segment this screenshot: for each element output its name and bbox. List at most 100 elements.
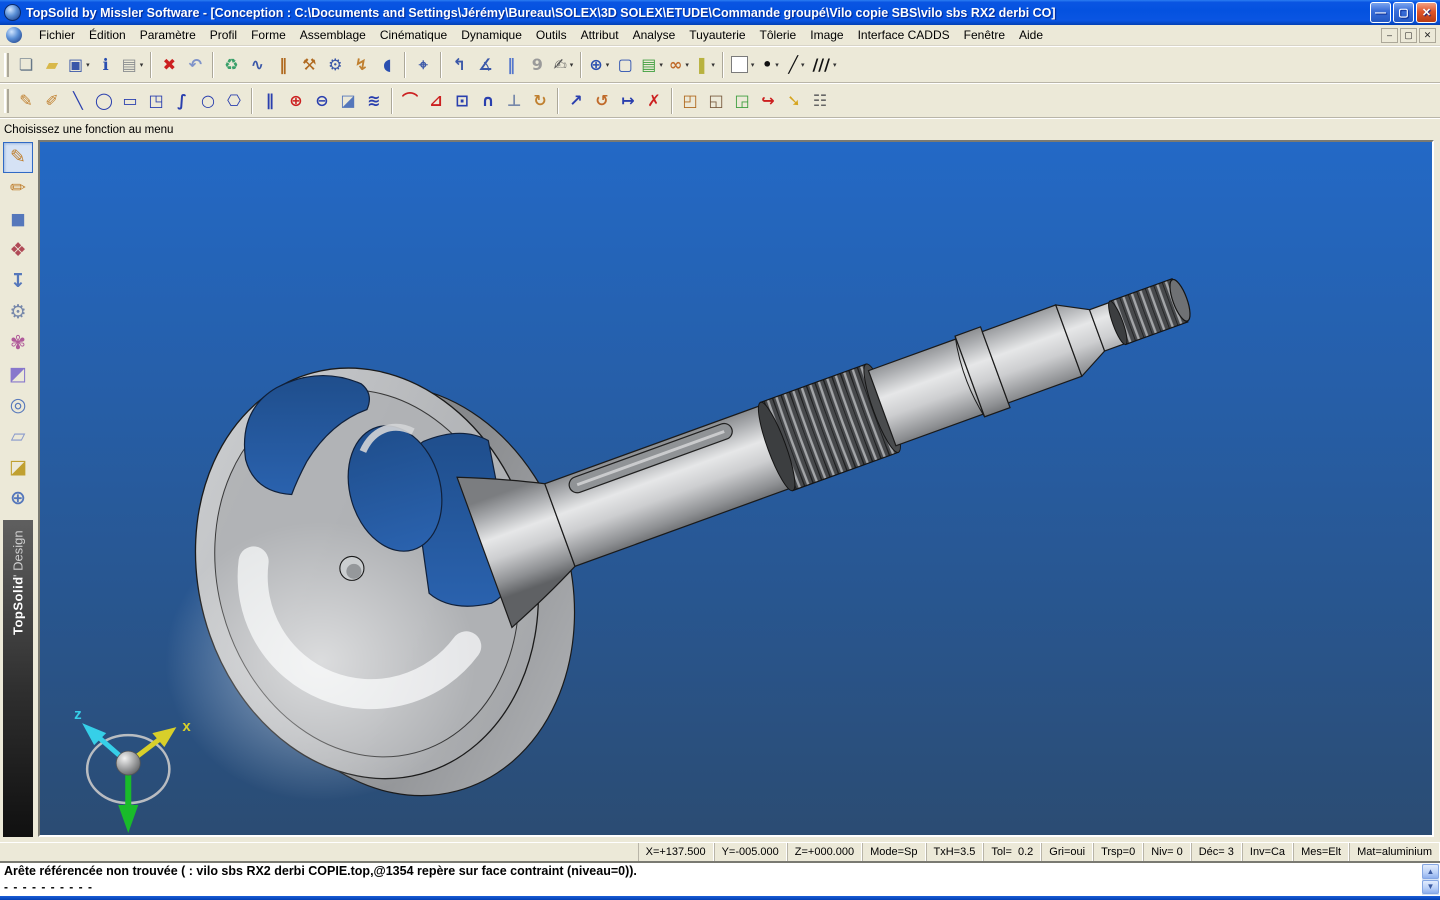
current-color[interactable]: ▾ (728, 51, 758, 79)
line[interactable]: ╲ (65, 87, 91, 115)
magnet-tool[interactable]: 9 (524, 51, 550, 79)
undo[interactable]: ↶ (182, 51, 208, 79)
chamfer[interactable]: ⊿ (423, 87, 449, 115)
update-tool[interactable]: ⚙ (322, 51, 348, 79)
delete-operation[interactable]: ✗ (641, 87, 667, 115)
axes-arrows[interactable]: ↰ (446, 51, 472, 79)
contour-frame[interactable]: ◳ (143, 87, 169, 115)
sketch[interactable]: ✎ (13, 87, 39, 115)
menu-cin-matique[interactable]: Cinématique (373, 26, 454, 44)
trim[interactable]: ⊡ (449, 87, 475, 115)
boss-operation[interactable]: ◲ (729, 87, 755, 115)
rectangle[interactable]: ▭ (117, 87, 143, 115)
repetition[interactable]: ➘ (781, 87, 807, 115)
mdi-close-button[interactable]: ✕ (1419, 28, 1436, 43)
pad-operation[interactable]: ◰ (677, 87, 703, 115)
mode-sketch[interactable]: ✎ (3, 142, 33, 173)
delete[interactable]: ✖ (156, 51, 182, 79)
shaded-view[interactable]: ❚▾ (692, 51, 718, 79)
message-scrollbar[interactable]: ▲ ▼ (1422, 864, 1439, 895)
menu-t-lerie[interactable]: Tôlerie (753, 26, 804, 44)
attribute-sliders[interactable]: ‖ (270, 51, 296, 79)
repetition-list[interactable]: ☷ (807, 87, 833, 115)
fillet[interactable]: ⌒ (397, 87, 423, 115)
menu-interface-cadds[interactable]: Interface CADDS (851, 26, 957, 44)
solid-primitive[interactable]: ◪ (335, 87, 361, 115)
document-info[interactable]: ℹ (93, 51, 119, 79)
menu-dynamique[interactable]: Dynamique (454, 26, 529, 44)
mode-tube[interactable]: ◎ (3, 390, 33, 421)
spline[interactable]: ∫ (169, 87, 195, 115)
view-mode-glasses[interactable]: ∞▾ (666, 51, 692, 79)
point-style-dropdown[interactable]: ▾ (775, 61, 779, 69)
constraint[interactable]: ⊥ (501, 87, 527, 115)
view-mode-glasses-dropdown[interactable]: ▾ (685, 61, 689, 69)
measure-angle[interactable]: ↺ (589, 87, 615, 115)
sketch-3d[interactable]: ✐ (39, 87, 65, 115)
menu-fen-tre[interactable]: Fenêtre (957, 26, 1012, 44)
mode-rendering[interactable]: ✾ (3, 328, 33, 359)
point-style[interactable]: •▾ (757, 51, 783, 79)
dimension[interactable]: ↦ (615, 87, 641, 115)
shaded-view-dropdown[interactable]: ▾ (711, 61, 715, 69)
menu-profil[interactable]: Profil (203, 26, 244, 44)
line-style[interactable]: ╱▾ (783, 51, 809, 79)
circle[interactable]: ◯ (91, 87, 117, 115)
modification-hand-dropdown[interactable]: ▾ (570, 61, 574, 69)
menu-assemblage[interactable]: Assemblage (293, 26, 373, 44)
menu--dition[interactable]: Édition (82, 26, 133, 44)
print-dropdown[interactable]: ▾ (140, 61, 144, 69)
hatch-style[interactable]: ///▾ (809, 51, 839, 79)
mode-bent-plate[interactable]: ◩ (3, 359, 33, 390)
mode-flat-plate[interactable]: ▱ (3, 421, 33, 452)
direction-tool[interactable]: ∡ (472, 51, 498, 79)
menu-param-tre[interactable]: Paramètre (133, 26, 203, 44)
restore-button[interactable]: ▢ (1393, 2, 1414, 23)
scroll-down-button[interactable]: ▼ (1422, 880, 1439, 895)
new-document[interactable]: ❏ (13, 51, 39, 79)
open-folder[interactable]: ▰ (39, 51, 65, 79)
modification-hand[interactable]: ✍▾ (550, 51, 576, 79)
zoom-plus[interactable]: ⊕▾ (586, 51, 612, 79)
menu-attribut[interactable]: Attribut (574, 26, 626, 44)
ellipse[interactable]: ○ (195, 87, 221, 115)
scroll-up-button[interactable]: ▲ (1422, 864, 1439, 879)
menu-tuyauterie[interactable]: Tuyauterie (682, 26, 752, 44)
current-color-dropdown[interactable]: ▾ (751, 61, 755, 69)
mode-shape[interactable]: ◼ (3, 204, 33, 235)
mode-mechanism[interactable]: ⚙ (3, 297, 33, 328)
oblong-slot[interactable]: ⊖ (309, 87, 335, 115)
minimize-button[interactable]: — (1370, 2, 1391, 23)
refresh-view[interactable]: ▤▾ (638, 51, 666, 79)
measure-distance[interactable]: ↗ (563, 87, 589, 115)
polygon[interactable]: ⎔ (221, 87, 247, 115)
parallel-lines[interactable]: ∥ (257, 87, 283, 115)
tools-hammer[interactable]: ⚒ (296, 51, 322, 79)
menu-fichier[interactable]: Fichier (32, 26, 82, 44)
viewport[interactable]: z x y (38, 140, 1434, 837)
transform-operation[interactable]: ↪ (755, 87, 781, 115)
row1-grip[interactable] (4, 53, 9, 77)
point[interactable]: ⊕ (283, 87, 309, 115)
line-style-dropdown[interactable]: ▾ (801, 61, 805, 69)
mode-machining[interactable]: ↧ (3, 266, 33, 297)
close-button[interactable]: ✕ (1416, 2, 1437, 23)
zoom-window[interactable]: ▢ (612, 51, 638, 79)
mode-surface[interactable]: ❖ (3, 235, 33, 266)
pocket-operation[interactable]: ◱ (703, 87, 729, 115)
render-sphere[interactable]: ◖ (374, 51, 400, 79)
viewport-canvas[interactable]: z x y (40, 142, 1432, 835)
mode-earth[interactable]: ⊕ (3, 483, 33, 514)
menu-forme[interactable]: Forme (244, 26, 293, 44)
mdi-minimize-button[interactable]: – (1381, 28, 1398, 43)
modify-curve[interactable]: ↻ (527, 87, 553, 115)
mode-sketch-3d[interactable]: ✏ (3, 173, 33, 204)
menu-aide[interactable]: Aide (1012, 26, 1050, 44)
menu-analyse[interactable]: Analyse (626, 26, 683, 44)
mode-sheet-metal[interactable]: ◪ (3, 452, 33, 483)
refresh-view-dropdown[interactable]: ▾ (659, 61, 663, 69)
mdi-restore-button[interactable]: ▢ (1400, 28, 1417, 43)
print[interactable]: ▤▾ (119, 51, 147, 79)
recycle-bin[interactable]: ♻ (218, 51, 244, 79)
attribute-tool[interactable]: ↯ (348, 51, 374, 79)
